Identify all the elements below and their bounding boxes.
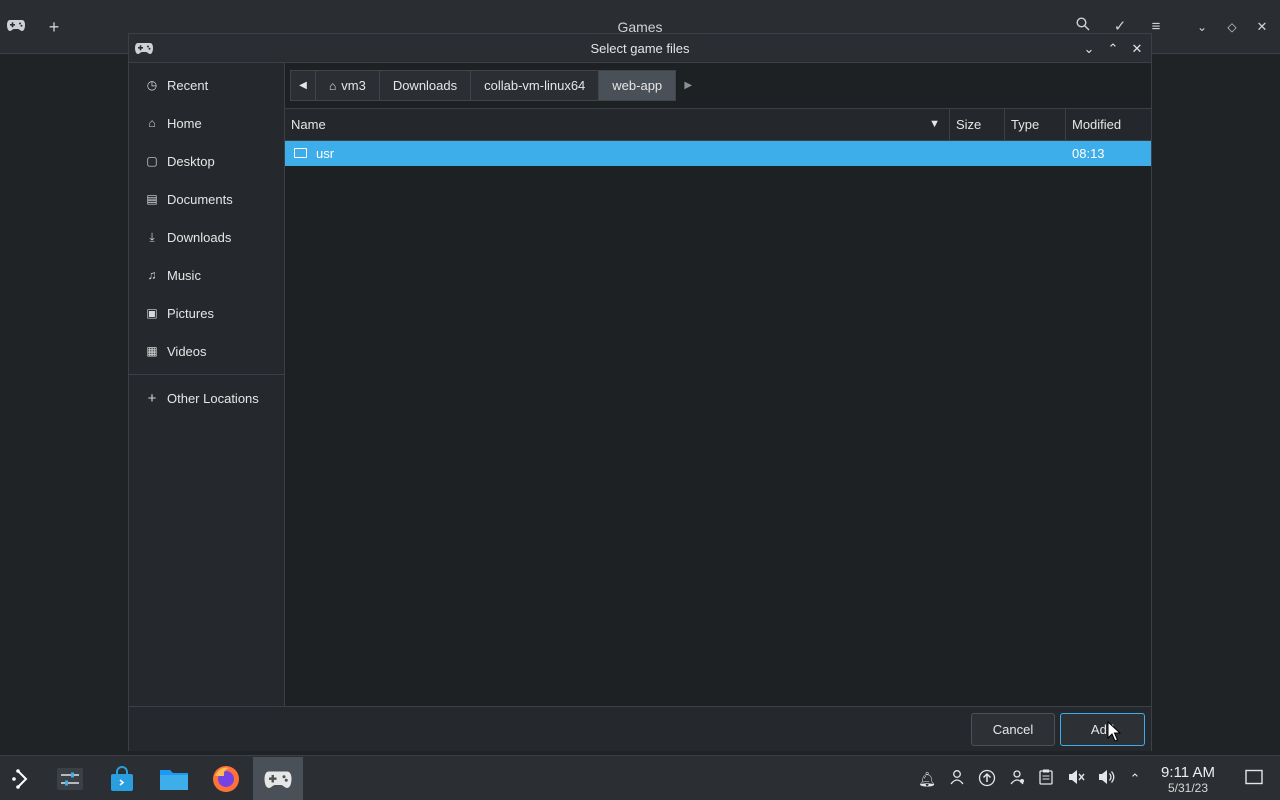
documents-icon: ▤ bbox=[146, 192, 158, 206]
updates-icon[interactable] bbox=[977, 769, 997, 789]
pictures-icon: ▣ bbox=[146, 306, 158, 320]
path-back-button[interactable]: ◀ bbox=[290, 70, 316, 101]
sidebar-item-other-locations[interactable]: + Other Locations bbox=[129, 379, 284, 417]
task-file-manager[interactable] bbox=[152, 757, 196, 800]
column-header-label: Name bbox=[291, 117, 326, 132]
home-icon: ⌂ bbox=[148, 116, 156, 130]
task-games-app[interactable] bbox=[253, 757, 303, 800]
recent-icon: ◷ bbox=[146, 78, 158, 92]
home-icon: ⌂ bbox=[329, 78, 337, 93]
breadcrumb-label: collab-vm-linux64 bbox=[484, 78, 586, 93]
sidebar-item-home[interactable]: ⌂ Home bbox=[129, 104, 284, 142]
sort-descending-icon: ▼ bbox=[929, 118, 940, 130]
column-header-label: Modified bbox=[1072, 117, 1122, 132]
sidebar-item-label: Videos bbox=[167, 343, 207, 359]
sidebar-item-label: Documents bbox=[167, 191, 233, 207]
sidebar-item-videos[interactable]: ▦ Videos bbox=[129, 332, 284, 370]
sidebar-item-pictures[interactable]: ▣ Pictures bbox=[129, 294, 284, 332]
clock-time[interactable]: 9:11 AM bbox=[1152, 764, 1224, 781]
column-header-size[interactable]: Size bbox=[950, 109, 1005, 141]
close-icon[interactable]: ✕ bbox=[1252, 17, 1272, 37]
dialog-footer: Cancel Add bbox=[129, 706, 1151, 751]
places-sidebar: ◷ Recent ⌂ Home ▢ Desktop ▤ Documents ⤓ … bbox=[129, 63, 285, 706]
add-button[interactable]: Add bbox=[1060, 713, 1145, 746]
settings-sliders-icon bbox=[57, 767, 83, 790]
kde-connect-icon[interactable] bbox=[1007, 769, 1027, 789]
folder-icon bbox=[294, 148, 307, 158]
maximize-icon[interactable]: ⌃ bbox=[1104, 40, 1122, 58]
column-header-name[interactable]: Name ▼ bbox=[285, 109, 950, 141]
mouse-pointer-icon bbox=[1107, 721, 1121, 742]
column-header-type[interactable]: Type bbox=[1005, 109, 1066, 141]
dialog-titlebar[interactable]: Select game files ⌄ ⌃ ✕ bbox=[129, 34, 1151, 63]
launcher-icon bbox=[12, 768, 28, 789]
file-name: usr bbox=[316, 146, 335, 161]
cancel-button[interactable]: Cancel bbox=[971, 713, 1055, 746]
notifications-icon[interactable]: 🔔︎ bbox=[917, 769, 937, 789]
path-forward-button[interactable]: ▶ bbox=[675, 70, 701, 101]
maximize-icon[interactable]: ◇ bbox=[1222, 17, 1242, 37]
task-system-settings[interactable] bbox=[48, 757, 92, 800]
sidebar-divider bbox=[129, 374, 284, 375]
music-icon: ♫ bbox=[147, 268, 157, 282]
column-header-modified[interactable]: Modified bbox=[1066, 109, 1151, 141]
minimize-icon[interactable]: ⌄ bbox=[1192, 17, 1212, 37]
store-bag-icon bbox=[111, 765, 133, 791]
breadcrumb-label: vm3 bbox=[341, 78, 366, 93]
file-row-selected[interactable]: usr 08:13 bbox=[285, 141, 1151, 166]
chevron-up-icon[interactable]: ⌃ bbox=[1125, 769, 1145, 789]
sidebar-item-music[interactable]: ♫ Music bbox=[129, 256, 284, 294]
sidebar-item-label: Desktop bbox=[167, 153, 215, 169]
taskbar: 🔔︎ ⌃ 9:11 AM 5/31/23 bbox=[0, 755, 1280, 800]
sidebar-item-label: Other Locations bbox=[167, 390, 259, 406]
file-chooser-dialog: Select game files ⌄ ⌃ ✕ ◷ Recent ⌂ Home … bbox=[128, 33, 1152, 751]
volume-icon[interactable] bbox=[1096, 769, 1116, 789]
sidebar-item-label: Recent bbox=[167, 77, 209, 93]
folder-icon bbox=[160, 769, 188, 790]
task-discover-store[interactable] bbox=[100, 757, 144, 800]
breadcrumb-label: Downloads bbox=[392, 78, 458, 93]
close-icon[interactable]: ✕ bbox=[1128, 40, 1146, 58]
column-header-label: Size bbox=[956, 117, 982, 132]
breadcrumb: ◀ ⌂ vm3 Downloads collab-vm-linux64 web-… bbox=[290, 70, 700, 101]
application-launcher[interactable] bbox=[0, 757, 44, 800]
task-firefox[interactable] bbox=[204, 757, 248, 800]
breadcrumb-downloads[interactable]: Downloads bbox=[378, 70, 472, 101]
volume-muted-icon[interactable] bbox=[1066, 769, 1086, 789]
user-icon[interactable] bbox=[947, 769, 967, 789]
chevron-left-icon: ◀ bbox=[299, 80, 307, 91]
desktop-icon: ▢ bbox=[146, 154, 158, 168]
sidebar-item-label: Music bbox=[167, 267, 201, 283]
file-modified: 08:13 bbox=[1072, 146, 1105, 161]
file-list: Name ▼ Size Type Modified usr 08:13 bbox=[285, 108, 1151, 706]
plus-icon: + bbox=[147, 389, 157, 407]
minimize-icon[interactable]: ⌄ bbox=[1080, 40, 1098, 58]
breadcrumb-label: web-app bbox=[612, 78, 663, 93]
clipboard-icon[interactable] bbox=[1036, 769, 1056, 789]
sidebar-item-recent[interactable]: ◷ Recent bbox=[129, 66, 284, 104]
column-header-label: Type bbox=[1011, 117, 1040, 132]
videos-icon: ▦ bbox=[146, 344, 158, 358]
sidebar-item-label: Downloads bbox=[167, 229, 232, 245]
sidebar-item-documents[interactable]: ▤ Documents bbox=[129, 180, 284, 218]
firefox-icon bbox=[213, 765, 239, 792]
gamepad-icon bbox=[264, 771, 292, 788]
show-desktop-icon[interactable] bbox=[1244, 769, 1264, 789]
sidebar-item-downloads[interactable]: ⤓ Downloads bbox=[129, 218, 284, 256]
dialog-title: Select game files bbox=[590, 41, 690, 56]
sidebar-item-label: Home bbox=[167, 115, 202, 131]
chevron-right-icon: ▶ bbox=[684, 80, 693, 91]
breadcrumb-web-app[interactable]: web-app bbox=[598, 70, 677, 101]
sidebar-item-desktop[interactable]: ▢ Desktop bbox=[129, 142, 284, 180]
breadcrumb-collab-vm-linux64[interactable]: collab-vm-linux64 bbox=[470, 70, 600, 101]
sidebar-item-label: Pictures bbox=[167, 305, 214, 321]
downloads-icon: ⤓ bbox=[149, 229, 155, 244]
clock-date[interactable]: 5/31/23 bbox=[1152, 781, 1224, 795]
breadcrumb-vm3[interactable]: ⌂ vm3 bbox=[315, 70, 380, 101]
